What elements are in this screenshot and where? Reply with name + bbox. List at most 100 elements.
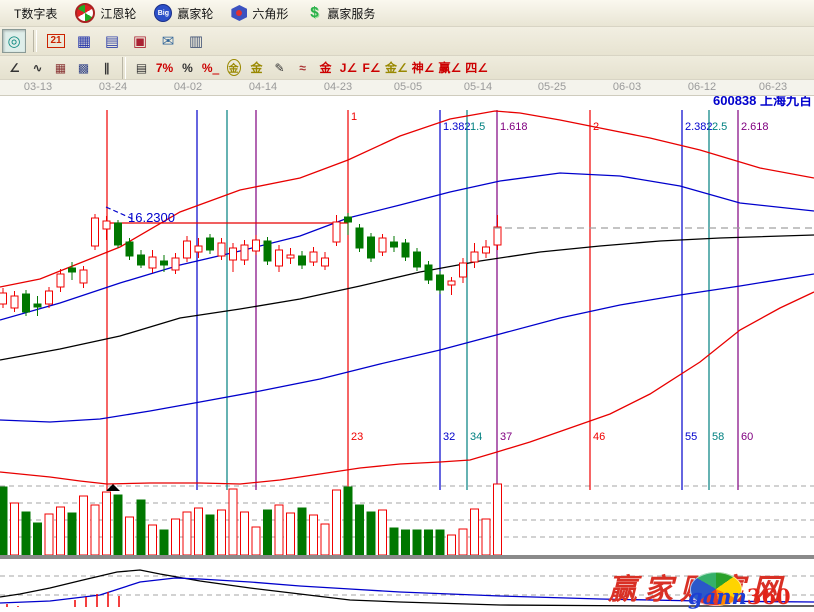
volume-bar	[91, 505, 99, 555]
date-label: 05-14	[464, 81, 492, 93]
drawing-toolbar: ∠∿▦▩∥▤7%%%‗金金✎≈金J∠F∠金∠神∠赢∠四∠	[0, 56, 814, 80]
volume-bar	[264, 510, 272, 555]
email-button[interactable]: ✉	[156, 29, 180, 53]
candle-body	[138, 255, 145, 265]
candle-body	[310, 252, 317, 262]
date-label: 05-05	[394, 81, 422, 93]
volume-bar	[344, 487, 352, 555]
candle-body	[34, 304, 41, 307]
date-label: 03-24	[99, 81, 127, 93]
volume-bar	[413, 530, 421, 555]
shen-angle-tool[interactable]: 神∠	[411, 58, 436, 78]
percent-retrace-tool-glyph: 7%	[156, 61, 173, 75]
candle-body	[414, 252, 421, 267]
volume-bar	[356, 505, 364, 555]
volume-bar	[80, 496, 88, 555]
volume-bar	[425, 530, 433, 555]
parallel-lines-tool[interactable]: ∥	[96, 58, 117, 78]
volume-bar	[218, 510, 226, 555]
volume-bar	[333, 490, 341, 555]
volume-bar	[241, 512, 249, 555]
gann-wheel-view-button[interactable]: ◎	[2, 29, 26, 53]
menu-winner-wheel[interactable]: Big赢家轮	[148, 2, 219, 24]
save-button-glyph: ▣	[133, 32, 147, 50]
vertical-top-label: 1	[351, 111, 357, 123]
candle-body	[172, 258, 179, 270]
menu-winner-service[interactable]: $赢家服务	[300, 3, 381, 24]
date-label: 06-12	[688, 81, 716, 93]
vertical-bottom-label: 23	[351, 431, 363, 443]
win-angle-tool-glyph: 赢∠	[439, 59, 462, 76]
volume-bar	[402, 530, 410, 555]
gold-circle-tool[interactable]: 金	[223, 58, 244, 78]
volume-bar	[160, 530, 168, 555]
volume-bar	[172, 519, 180, 555]
percent-retrace-tool[interactable]: 7%	[154, 58, 175, 78]
print-button[interactable]: ▥	[184, 29, 208, 53]
calculator-button-glyph: ▦	[77, 32, 91, 50]
calendar-button[interactable]: 21	[44, 29, 68, 53]
trend-line-tool[interactable]: ∠	[4, 58, 25, 78]
gann-grid-tool[interactable]: ▦	[50, 58, 71, 78]
percent-tool[interactable]: %	[177, 58, 198, 78]
gold-line-tool-glyph: 金	[250, 59, 262, 76]
calculator-button[interactable]: ▦	[72, 29, 96, 53]
f-angle-tool[interactable]: F∠	[361, 58, 382, 78]
candle-body	[195, 246, 202, 252]
zigzag-tool[interactable]: ∿	[27, 58, 48, 78]
volume-bar	[494, 484, 502, 555]
main-toolbar: ◎ 21 ▦ ▤ ▣ ✉▥	[0, 27, 814, 56]
vertical-bottom-label: 34	[470, 431, 482, 443]
notes-button[interactable]: ▤	[100, 29, 124, 53]
win-angle-tool[interactable]: 赢∠	[438, 58, 463, 78]
toolbar-separator	[122, 57, 126, 79]
wave-tool[interactable]: ≈	[292, 58, 313, 78]
volume-bar	[34, 523, 42, 555]
j-angle-tool-glyph: J∠	[340, 61, 357, 75]
gold-underline-tool-glyph: 金	[319, 59, 331, 76]
vertical-top-label: 2.5	[712, 121, 727, 133]
volume-bar	[114, 495, 122, 555]
save-button[interactable]: ▣	[128, 29, 152, 53]
date-label: 05-25	[538, 81, 566, 93]
candle-body	[437, 275, 444, 290]
vertical-top-label: 2.618	[741, 121, 769, 133]
date-label: 06-03	[613, 81, 641, 93]
price-scale-tool[interactable]: ▤	[131, 58, 152, 78]
volume-bar	[298, 508, 306, 555]
candle-body	[402, 243, 409, 257]
menu-winner-service-label: 赢家服务	[327, 5, 375, 22]
volume-bar	[275, 505, 283, 555]
candle-body	[253, 240, 260, 251]
volume-bar	[137, 500, 145, 555]
gold-angle-tool[interactable]: 金∠	[384, 58, 409, 78]
candle-body	[23, 294, 30, 312]
si-angle-tool[interactable]: 四∠	[464, 58, 489, 78]
volume-bar	[206, 515, 214, 555]
menu-gann-wheel-label: 江恩轮	[100, 5, 136, 22]
candle-body	[92, 218, 99, 246]
vertical-bottom-label: 46	[593, 431, 605, 443]
brush-tool[interactable]: ✎	[269, 58, 290, 78]
candle-body	[103, 221, 110, 229]
vertical-bottom-label: 37	[500, 431, 512, 443]
candle-body	[11, 296, 18, 308]
candle-body	[333, 222, 340, 242]
candle-body	[69, 268, 76, 272]
shen-angle-tool-glyph: 神∠	[412, 59, 435, 76]
j-angle-tool[interactable]: J∠	[338, 58, 359, 78]
vertical-top-label: 1.618	[500, 121, 528, 133]
menu-hexagon[interactable]: 六角形	[225, 3, 294, 24]
volume-bar	[183, 512, 191, 555]
gold-line-tool[interactable]: 金	[246, 58, 267, 78]
volume-bar	[471, 509, 479, 555]
trend-line-tool-glyph: ∠	[9, 61, 20, 75]
percent-line-tool[interactable]: %‗	[200, 58, 221, 78]
candle-body	[184, 241, 191, 258]
menu-gann-wheel[interactable]: 江恩轮	[69, 1, 142, 25]
menu-digital-table[interactable]: T数字表	[8, 3, 63, 24]
gold-underline-tool[interactable]: 金	[315, 58, 336, 78]
gann-box-tool[interactable]: ▩	[73, 58, 94, 78]
volume-bar	[390, 528, 398, 555]
volume-bar	[287, 513, 295, 555]
